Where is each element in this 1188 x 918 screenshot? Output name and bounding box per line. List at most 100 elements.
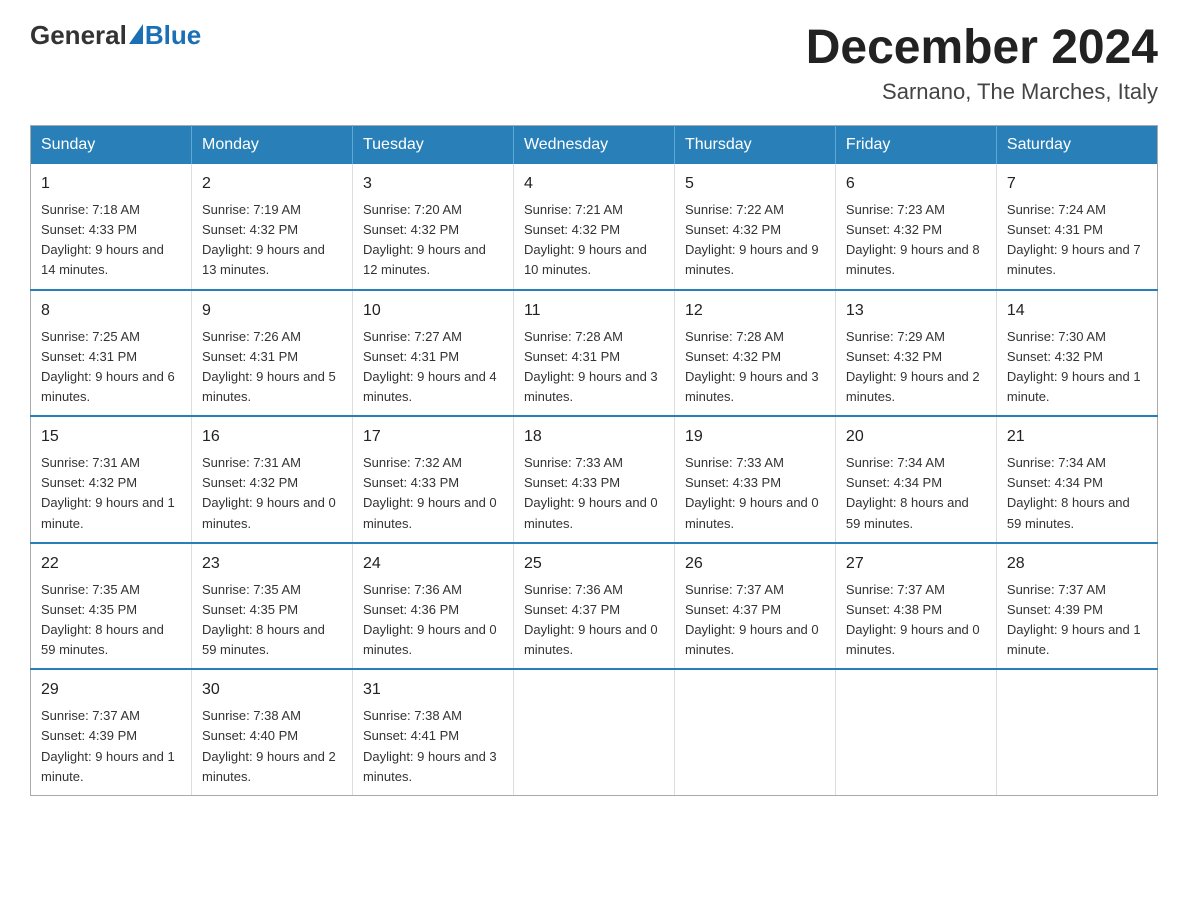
calendar-cell: 22 Sunrise: 7:35 AMSunset: 4:35 PMDaylig… [31,543,192,670]
day-info: Sunrise: 7:31 AMSunset: 4:32 PMDaylight:… [202,455,336,530]
day-number: 5 [685,172,825,196]
day-number: 21 [1007,425,1147,449]
calendar-cell: 26 Sunrise: 7:37 AMSunset: 4:37 PMDaylig… [674,543,835,670]
day-number: 28 [1007,552,1147,576]
col-friday: Friday [835,126,996,165]
calendar-cell [835,669,996,795]
day-number: 10 [363,299,503,323]
calendar-cell: 17 Sunrise: 7:32 AMSunset: 4:33 PMDaylig… [352,416,513,543]
day-info: Sunrise: 7:20 AMSunset: 4:32 PMDaylight:… [363,202,486,277]
day-info: Sunrise: 7:21 AMSunset: 4:32 PMDaylight:… [524,202,647,277]
day-info: Sunrise: 7:35 AMSunset: 4:35 PMDaylight:… [202,582,325,657]
day-info: Sunrise: 7:29 AMSunset: 4:32 PMDaylight:… [846,329,980,404]
calendar-cell: 25 Sunrise: 7:36 AMSunset: 4:37 PMDaylig… [513,543,674,670]
day-number: 3 [363,172,503,196]
day-info: Sunrise: 7:31 AMSunset: 4:32 PMDaylight:… [41,455,175,530]
day-number: 31 [363,678,503,702]
day-number: 11 [524,299,664,323]
day-number: 14 [1007,299,1147,323]
day-info: Sunrise: 7:18 AMSunset: 4:33 PMDaylight:… [41,202,164,277]
day-info: Sunrise: 7:25 AMSunset: 4:31 PMDaylight:… [41,329,175,404]
calendar-cell: 27 Sunrise: 7:37 AMSunset: 4:38 PMDaylig… [835,543,996,670]
day-info: Sunrise: 7:37 AMSunset: 4:39 PMDaylight:… [1007,582,1141,657]
day-number: 26 [685,552,825,576]
week-row-4: 22 Sunrise: 7:35 AMSunset: 4:35 PMDaylig… [31,543,1158,670]
day-number: 1 [41,172,181,196]
day-number: 22 [41,552,181,576]
calendar-cell: 29 Sunrise: 7:37 AMSunset: 4:39 PMDaylig… [31,669,192,795]
day-number: 13 [846,299,986,323]
calendar-cell: 10 Sunrise: 7:27 AMSunset: 4:31 PMDaylig… [352,290,513,417]
page-header: General Blue December 2024 Sarnano, The … [30,20,1158,105]
day-info: Sunrise: 7:32 AMSunset: 4:33 PMDaylight:… [363,455,497,530]
day-info: Sunrise: 7:26 AMSunset: 4:31 PMDaylight:… [202,329,336,404]
calendar-cell [674,669,835,795]
col-thursday: Thursday [674,126,835,165]
day-info: Sunrise: 7:33 AMSunset: 4:33 PMDaylight:… [524,455,658,530]
calendar-cell: 5 Sunrise: 7:22 AMSunset: 4:32 PMDayligh… [674,164,835,290]
day-info: Sunrise: 7:22 AMSunset: 4:32 PMDaylight:… [685,202,819,277]
calendar-cell: 1 Sunrise: 7:18 AMSunset: 4:33 PMDayligh… [31,164,192,290]
day-number: 20 [846,425,986,449]
calendar-cell: 7 Sunrise: 7:24 AMSunset: 4:31 PMDayligh… [996,164,1157,290]
calendar-cell: 14 Sunrise: 7:30 AMSunset: 4:32 PMDaylig… [996,290,1157,417]
day-info: Sunrise: 7:34 AMSunset: 4:34 PMDaylight:… [846,455,969,530]
day-number: 23 [202,552,342,576]
day-number: 29 [41,678,181,702]
calendar-cell: 11 Sunrise: 7:28 AMSunset: 4:31 PMDaylig… [513,290,674,417]
calendar-cell: 9 Sunrise: 7:26 AMSunset: 4:31 PMDayligh… [191,290,352,417]
day-info: Sunrise: 7:23 AMSunset: 4:32 PMDaylight:… [846,202,980,277]
calendar-cell: 12 Sunrise: 7:28 AMSunset: 4:32 PMDaylig… [674,290,835,417]
week-row-2: 8 Sunrise: 7:25 AMSunset: 4:31 PMDayligh… [31,290,1158,417]
day-number: 2 [202,172,342,196]
calendar-cell: 30 Sunrise: 7:38 AMSunset: 4:40 PMDaylig… [191,669,352,795]
day-number: 17 [363,425,503,449]
calendar-cell: 6 Sunrise: 7:23 AMSunset: 4:32 PMDayligh… [835,164,996,290]
day-number: 24 [363,552,503,576]
day-info: Sunrise: 7:34 AMSunset: 4:34 PMDaylight:… [1007,455,1130,530]
day-number: 12 [685,299,825,323]
location: Sarnano, The Marches, Italy [806,79,1158,105]
day-number: 19 [685,425,825,449]
col-wednesday: Wednesday [513,126,674,165]
calendar-cell: 20 Sunrise: 7:34 AMSunset: 4:34 PMDaylig… [835,416,996,543]
logo: General Blue [30,20,201,51]
col-tuesday: Tuesday [352,126,513,165]
calendar-cell: 19 Sunrise: 7:33 AMSunset: 4:33 PMDaylig… [674,416,835,543]
day-info: Sunrise: 7:38 AMSunset: 4:40 PMDaylight:… [202,708,336,783]
week-row-3: 15 Sunrise: 7:31 AMSunset: 4:32 PMDaylig… [31,416,1158,543]
day-number: 25 [524,552,664,576]
calendar-cell: 24 Sunrise: 7:36 AMSunset: 4:36 PMDaylig… [352,543,513,670]
calendar-cell [996,669,1157,795]
day-number: 8 [41,299,181,323]
calendar-cell: 31 Sunrise: 7:38 AMSunset: 4:41 PMDaylig… [352,669,513,795]
week-row-1: 1 Sunrise: 7:18 AMSunset: 4:33 PMDayligh… [31,164,1158,290]
day-info: Sunrise: 7:36 AMSunset: 4:37 PMDaylight:… [524,582,658,657]
calendar-table: Sunday Monday Tuesday Wednesday Thursday… [30,125,1158,796]
day-number: 7 [1007,172,1147,196]
day-number: 30 [202,678,342,702]
day-number: 9 [202,299,342,323]
calendar-cell: 23 Sunrise: 7:35 AMSunset: 4:35 PMDaylig… [191,543,352,670]
calendar-cell: 2 Sunrise: 7:19 AMSunset: 4:32 PMDayligh… [191,164,352,290]
calendar-cell: 18 Sunrise: 7:33 AMSunset: 4:33 PMDaylig… [513,416,674,543]
day-info: Sunrise: 7:19 AMSunset: 4:32 PMDaylight:… [202,202,325,277]
col-sunday: Sunday [31,126,192,165]
day-header-row: Sunday Monday Tuesday Wednesday Thursday… [31,126,1158,165]
day-info: Sunrise: 7:30 AMSunset: 4:32 PMDaylight:… [1007,329,1141,404]
title-section: December 2024 Sarnano, The Marches, Ital… [806,20,1158,105]
day-info: Sunrise: 7:37 AMSunset: 4:37 PMDaylight:… [685,582,819,657]
day-number: 27 [846,552,986,576]
day-info: Sunrise: 7:24 AMSunset: 4:31 PMDaylight:… [1007,202,1141,277]
calendar-cell: 21 Sunrise: 7:34 AMSunset: 4:34 PMDaylig… [996,416,1157,543]
day-info: Sunrise: 7:36 AMSunset: 4:36 PMDaylight:… [363,582,497,657]
logo-general: General [30,20,127,51]
day-number: 16 [202,425,342,449]
col-saturday: Saturday [996,126,1157,165]
logo-blue: Blue [145,20,201,51]
col-monday: Monday [191,126,352,165]
day-number: 6 [846,172,986,196]
calendar-cell: 4 Sunrise: 7:21 AMSunset: 4:32 PMDayligh… [513,164,674,290]
calendar-cell: 3 Sunrise: 7:20 AMSunset: 4:32 PMDayligh… [352,164,513,290]
day-info: Sunrise: 7:33 AMSunset: 4:33 PMDaylight:… [685,455,819,530]
